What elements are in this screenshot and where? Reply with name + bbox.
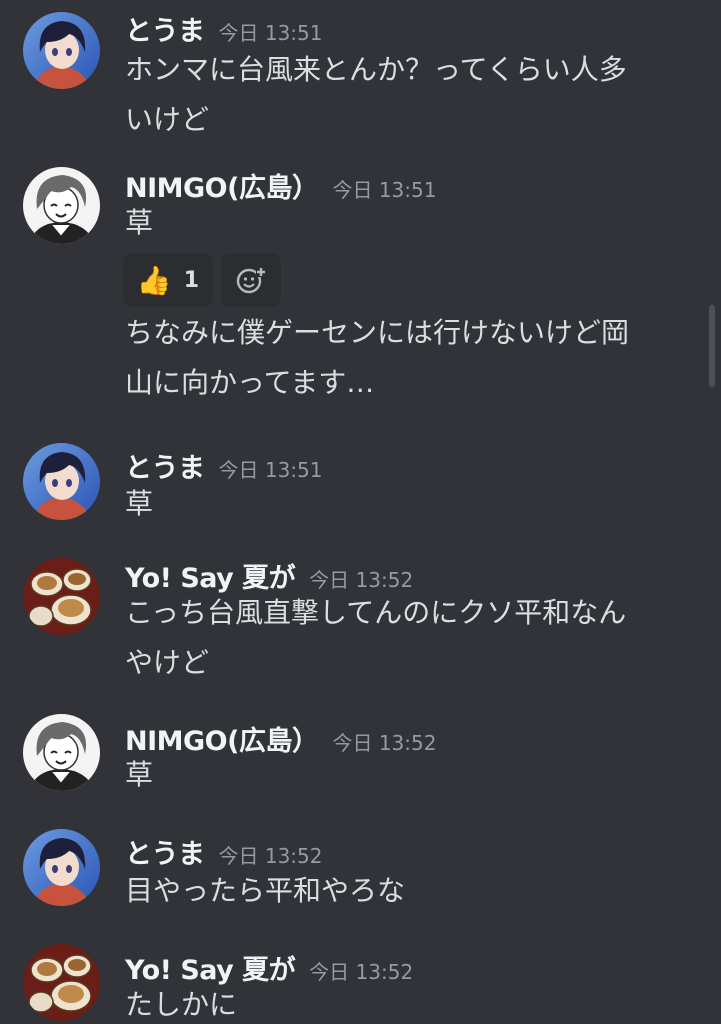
message-line: やけど	[125, 646, 210, 679]
message-content: 草	[125, 479, 685, 529]
add-reaction-icon	[236, 267, 266, 294]
message-content: 草	[125, 198, 685, 248]
toma-avatar-icon[interactable]	[23, 829, 100, 906]
thumbs-up-icon: 👍	[136, 263, 172, 297]
message-timestamp: 今日 13:52	[218, 844, 323, 868]
yosay-avatar-icon[interactable]	[23, 944, 100, 1021]
nimgo-avatar-icon[interactable]	[23, 714, 100, 791]
message-line: 草	[125, 758, 154, 791]
reaction-button[interactable]: 👍 1	[123, 253, 213, 307]
scrollbar-thumb[interactable]	[709, 305, 715, 387]
toma-avatar-icon[interactable]	[23, 443, 100, 520]
message-line: 目やったら平和やろな	[125, 874, 406, 907]
message-line: こっち台風直撃してんのにクソ平和なん	[125, 596, 627, 629]
message-line: たしかに	[125, 988, 238, 1021]
message-content: ホンマに台風来とんか？ってくらい人多 いけど	[125, 45, 685, 145]
toma-avatar-icon[interactable]	[23, 12, 100, 89]
message-line: ホンマに台風来とんか？ってくらい人多	[125, 53, 627, 86]
chat-message-list: とうま 今日 13:51 ホンマに台風来とんか？ってくらい人多 いけど NIMGO…	[0, 0, 721, 1024]
message-content: ちなみに僕ゲーセンには行けないけど岡 山に向かってます…	[125, 308, 685, 408]
message-line: 山に向かってます…	[125, 366, 375, 399]
message-line: いけど	[125, 103, 210, 136]
message-content: 草	[125, 750, 685, 800]
message-line: ちなみに僕ゲーセンには行けないけど岡	[125, 316, 630, 349]
message-content: たしかに	[125, 980, 685, 1024]
yosay-avatar-icon[interactable]	[23, 558, 100, 635]
message-content: こっち台風直撃してんのにクソ平和なん やけど	[125, 588, 685, 688]
message-line: 草	[125, 206, 154, 239]
author-name[interactable]: とうま	[125, 16, 205, 47]
message-line: 草	[125, 487, 154, 520]
message-content: 目やったら平和やろな	[125, 866, 685, 916]
message-timestamp: 今日 13:51	[218, 21, 323, 45]
nimgo-avatar-icon[interactable]	[23, 167, 100, 244]
reaction-count: 1	[183, 267, 200, 293]
add-reaction-button[interactable]	[221, 253, 281, 307]
